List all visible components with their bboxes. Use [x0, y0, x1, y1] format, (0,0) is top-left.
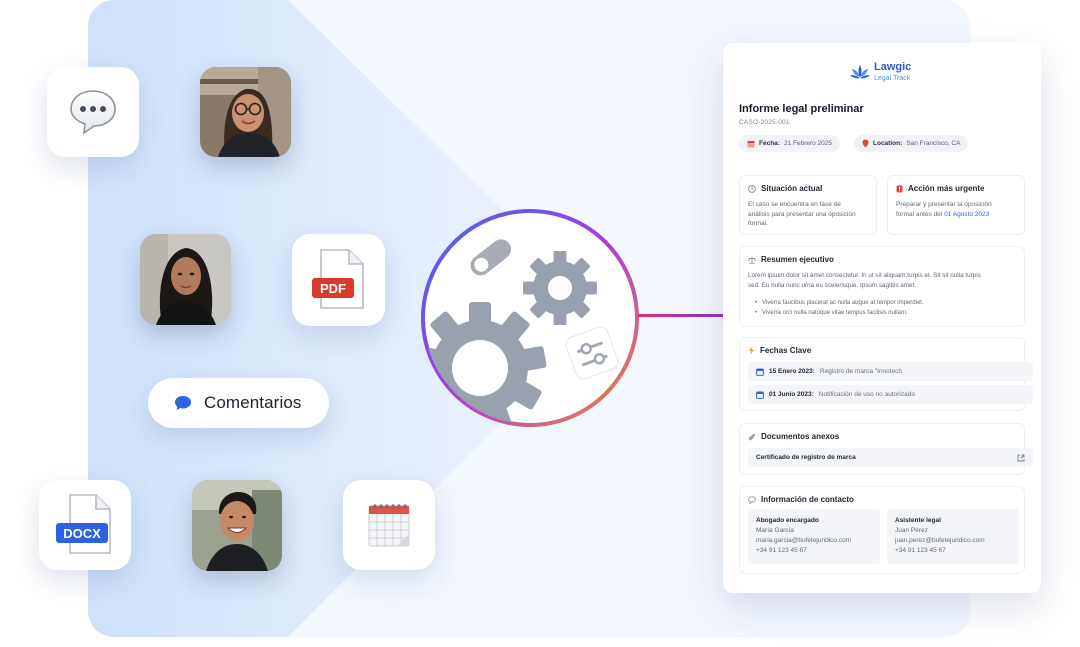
date-value: 21 Febrero 2025	[783, 140, 833, 147]
contact-email[interactable]: maria.garcia@bufetejuridico.com	[756, 536, 872, 546]
location-value: San Francisco, CA	[906, 140, 961, 147]
document-row[interactable]: Certificado de registro de marca	[748, 448, 1033, 467]
key-date-desc: Notificación de uso no autorizado	[818, 391, 915, 398]
key-date-row[interactable]: 15 Enero 2023: Registro de marca "Innote…	[748, 362, 1033, 381]
automation-hub	[420, 208, 640, 428]
case-id: CASO-2025-001	[739, 119, 790, 126]
location-chip: Location: San Francisco, CA	[854, 135, 969, 152]
docx-file-tile[interactable]: DOCX	[39, 480, 131, 570]
gears-icon	[421, 209, 639, 427]
calendar-small-icon	[756, 391, 764, 399]
pdf-label: PDF	[320, 281, 346, 296]
clock-icon	[748, 184, 756, 193]
lightning-icon	[748, 346, 755, 355]
key-date: 15 Enero 2023:	[769, 368, 815, 375]
key-date-row[interactable]: 01 Junio 2023: Notificación de uso no au…	[748, 385, 1033, 404]
situation-section: Situación actual El caso se encuentra en…	[739, 175, 877, 235]
contact-title: Información de contacto	[761, 495, 854, 504]
document-name: Certificado de registro de marca	[756, 454, 856, 461]
situation-line: formal.	[748, 220, 768, 227]
contact-name: María García	[756, 527, 794, 534]
brand-tagline: Legal Track	[874, 75, 911, 82]
urgent-line-prefix: formal antes del	[896, 210, 945, 218]
contact-section: Información de contacto Abogado encargad…	[739, 486, 1025, 574]
contact-role: Asistente legal	[895, 517, 941, 524]
comments-button[interactable]: Comentarios	[148, 378, 329, 428]
summary-section: Resumen ejecutivo Lorem ipsum dolor sit …	[739, 246, 1025, 327]
date-label: Fecha:	[759, 140, 780, 147]
summary-line: Lorem ipsum dolor sit amet consectetur. …	[748, 272, 981, 279]
contact-phone[interactable]: +34 91 123 45 67	[895, 546, 1011, 556]
summary-bullet: Viverra faucibus placerat ac nulla augue…	[755, 300, 924, 306]
urgent-action-section: Acción más urgente Preparar y presentar …	[887, 175, 1025, 235]
documents-section: Documentos anexos Certificado de registr…	[739, 423, 1033, 475]
location-label: Location:	[873, 140, 903, 147]
urgent-title: Acción más urgente	[908, 184, 985, 193]
brand-name: Lawgic	[874, 61, 912, 73]
calendar-tile[interactable]	[343, 480, 435, 570]
report-title: Informe legal preliminar	[739, 103, 864, 115]
person-photo-icon	[140, 234, 231, 325]
pin-icon	[862, 139, 869, 148]
contact-role: Abogado encargado	[756, 517, 819, 524]
person-photo-icon	[200, 67, 291, 157]
legal-report-card: Lawgic Legal Track Informe legal prelimi…	[723, 43, 1041, 593]
summary-title: Resumen ejecutivo	[761, 255, 834, 264]
alert-icon	[896, 185, 903, 192]
date-chip: Fecha: 21 Febrero 2025	[739, 135, 841, 152]
urgent-deadline: 01 Agosto 2023	[944, 210, 990, 218]
avatar-woman-glasses	[200, 67, 291, 157]
comments-label: Comentarios	[204, 393, 302, 412]
situation-line: análisis para presentar una oposición	[748, 210, 856, 218]
brand-logo: Lawgic Legal Track	[849, 62, 911, 82]
summary-bullet: Viverra orci nulla natoque vitae tempus …	[755, 310, 908, 316]
calendar-icon	[368, 504, 410, 547]
contact-name: Juan Pérez	[895, 527, 928, 534]
avatar-man-smiling	[192, 480, 282, 571]
urgent-line: Preparar y presentar la oposición	[896, 201, 992, 208]
documents-title: Documentos anexos	[761, 432, 840, 441]
lotus-logo-icon	[850, 65, 870, 79]
chat-tile[interactable]	[47, 67, 139, 157]
paperclip-icon	[748, 433, 756, 440]
person-photo-icon	[192, 480, 282, 571]
key-dates-title: Fechas Clave	[760, 346, 812, 355]
speech-bubble-icon	[70, 90, 116, 135]
contact-email[interactable]: juan.perez@bufetejuridico.com	[895, 536, 1011, 546]
contact-phone[interactable]: +34 91 123 45 67	[756, 546, 872, 556]
calendar-small-icon	[747, 140, 755, 147]
key-dates-section: Fechas Clave 15 Enero 2023: Registro de …	[739, 337, 1033, 411]
docx-label: DOCX	[63, 526, 101, 541]
assistant-contact-card: Asistente legal Juan Pérez juan.perez@bu…	[887, 509, 1019, 564]
summary-line: sed. Eu nulla nunc urna eu scelerisque. …	[748, 281, 917, 289]
chat-small-icon	[748, 495, 756, 504]
external-link-icon[interactable]	[1017, 454, 1025, 462]
scales-icon	[748, 256, 756, 264]
pdf-file-tile[interactable]: PDF	[292, 234, 385, 326]
key-date-desc: Registro de marca "Innotech	[819, 368, 903, 375]
avatar-woman-long-hair	[140, 234, 231, 325]
situation-line: El caso se encuentra en fase de	[748, 201, 841, 208]
key-date: 01 Junio 2023:	[769, 391, 814, 398]
docx-file-icon: DOCX	[56, 494, 111, 554]
chat-icon	[175, 396, 191, 410]
calendar-small-icon	[756, 368, 764, 376]
lawyer-contact-card: Abogado encargado María García maria.gar…	[748, 509, 880, 564]
situation-title: Situación actual	[761, 184, 823, 193]
connector-line	[638, 314, 726, 317]
pdf-file-icon: PDF	[311, 249, 364, 309]
